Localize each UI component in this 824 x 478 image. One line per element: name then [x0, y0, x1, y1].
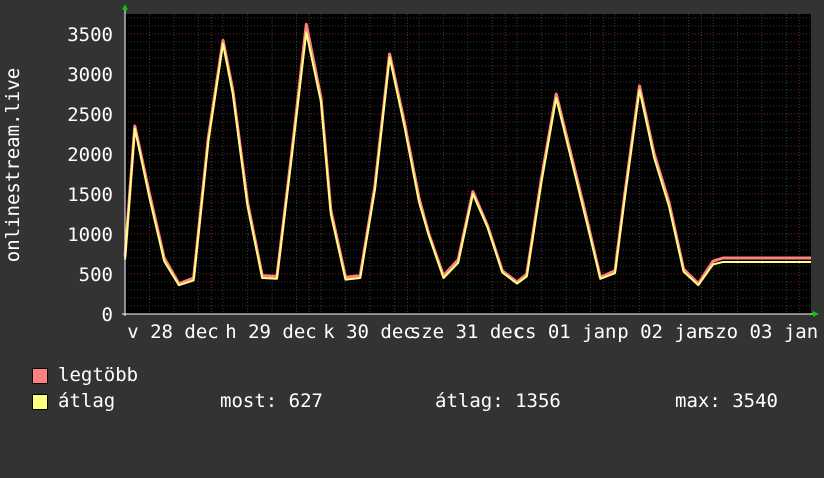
legend-label-max: legtöbb [58, 364, 139, 386]
y-tick-label: 3000 [67, 64, 113, 86]
legend-label-average: átlag [58, 390, 116, 412]
y-tick-label: 1000 [67, 224, 113, 246]
legend: legtöbb átlag most: 627 átlag: 1356 max:… [0, 360, 824, 420]
y-tick-label: 2000 [67, 144, 113, 166]
stat-current: most: 627 [220, 390, 323, 412]
legend-item-max: legtöbb [32, 364, 138, 388]
legend-swatch-max [32, 368, 48, 384]
stat-average: átlag: 1356 [435, 390, 561, 412]
x-tick-label: k 30 dec [323, 321, 415, 343]
x-tick-label: v 28 dec [127, 321, 219, 343]
x-tick-label: szo 03 jan [704, 321, 818, 343]
y-tick-label: 0 [102, 304, 113, 326]
chart: 0 500 1000 1500 2000 2500 3000 3500 v 28 dec h 29… [2, 4, 819, 343]
y-tick-label: 3500 [67, 24, 113, 46]
legend-item-average: átlag [32, 390, 115, 414]
x-axis-arrow [813, 311, 819, 317]
y-tick-label: 2500 [67, 104, 113, 126]
legend-swatch-average [32, 394, 48, 410]
y-axis-title: onlinestream.live [2, 68, 24, 262]
x-tick-label: cs 01 jan [514, 321, 617, 343]
x-tick-label: sze 31 dec [410, 321, 524, 343]
x-tick-label: p 02 jan [617, 321, 709, 343]
x-tick-label: h 29 dec [225, 321, 317, 343]
stat-max: max: 3540 [675, 390, 778, 412]
y-tick-label: 1500 [67, 184, 113, 206]
y-axis-arrow [122, 4, 128, 10]
y-tick-label: 500 [79, 264, 113, 286]
